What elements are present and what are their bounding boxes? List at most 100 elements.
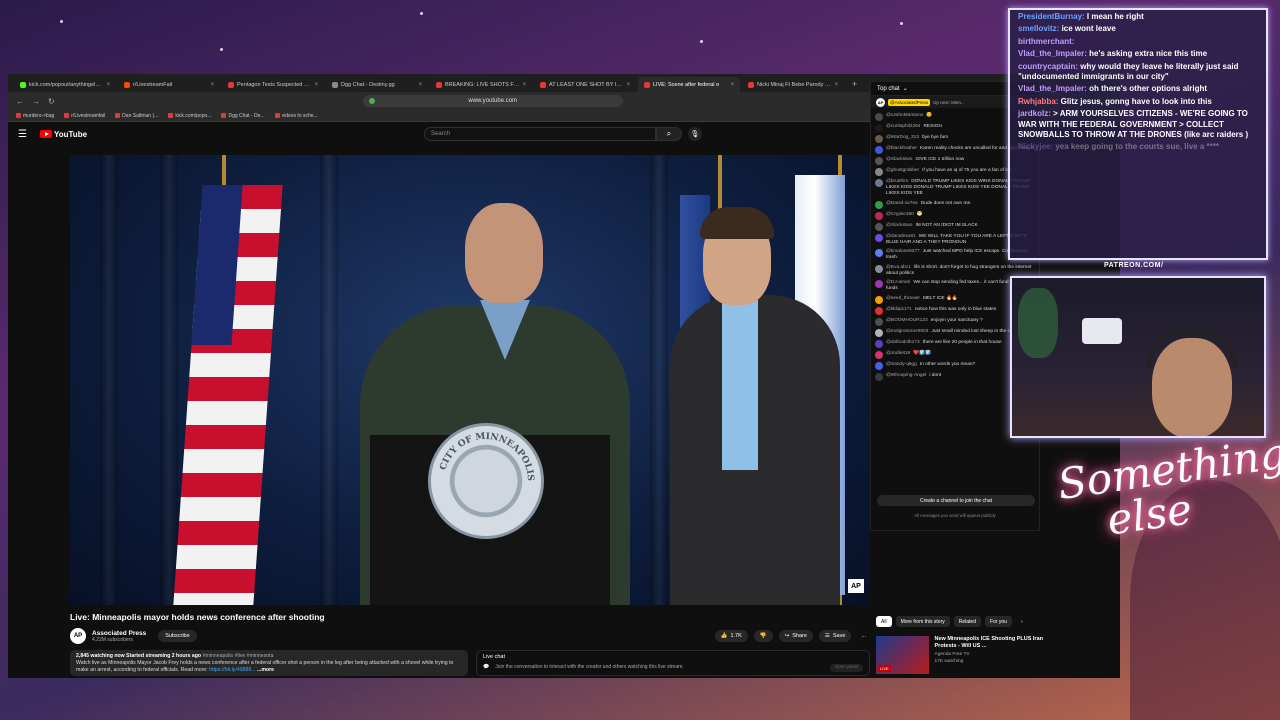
chat-username[interactable]: @blackfeather [886, 146, 917, 151]
close-icon[interactable]: × [106, 82, 110, 88]
voice-search-button[interactable]: 🎙 [688, 127, 702, 141]
back-icon[interactable]: ← [16, 97, 24, 106]
chat-username[interactable]: @curtisphil2264 [886, 124, 920, 129]
bookmark-item[interactable]: kick.com/popo... [168, 113, 211, 119]
bookmark-item[interactable]: videos to sche... [274, 113, 318, 119]
chat-avatar[interactable] [875, 361, 883, 370]
chat-avatar[interactable] [875, 328, 883, 337]
chat-avatar[interactable] [875, 249, 883, 258]
close-icon[interactable]: × [418, 82, 422, 88]
chat-avatar[interactable] [875, 146, 883, 154]
filter-chip[interactable]: More from this story [895, 616, 950, 627]
create-channel-button[interactable]: Create a channel to join the chat [877, 495, 1035, 506]
chat-username[interactable]: @Cryptic480 [886, 212, 914, 217]
chat-avatar[interactable] [875, 179, 883, 187]
related-title[interactable]: New Minneapolis ICE Shooting PLUS Iran P… [935, 636, 1056, 650]
chat-avatar[interactable] [875, 233, 883, 242]
chat-avatar[interactable] [875, 280, 883, 289]
chat-username[interactable]: @molgrommer9003 [886, 329, 928, 334]
chat-username[interactable]: @dolbodolb173 [886, 340, 920, 345]
chat-username[interactable]: @BOOMHOUR123 [886, 318, 928, 323]
browser-tab[interactable]: r/LivestreamFail × [118, 77, 220, 92]
chat-username[interactable]: @Eva.abc1 [886, 265, 911, 270]
search-input[interactable]: Search [424, 127, 656, 141]
chat-username[interactable]: @WarDog_313 [886, 135, 919, 140]
video-player[interactable]: CITY OF MINNEAPOLIS AP [70, 155, 870, 605]
chevron-right-icon[interactable]: › [1016, 616, 1028, 627]
chat-avatar[interactable] [875, 306, 883, 315]
chat-avatar[interactable] [875, 295, 883, 304]
url-field[interactable]: www.youtube.com [362, 95, 623, 107]
related-channel[interactable]: Agenda Free TV [935, 652, 1056, 657]
chat-avatar[interactable] [875, 168, 883, 176]
description-link[interactable]: https://bit.ly/49888... [209, 667, 255, 673]
chat-username[interactable]: @Slackstwo [886, 157, 912, 162]
browser-tab[interactable]: Nicki Minaj Ft Bebe Parody Naked× [742, 77, 844, 92]
chat-username[interactable]: @Jodle819 [886, 351, 910, 356]
channel-avatar[interactable]: AP [70, 628, 86, 644]
close-icon[interactable]: × [314, 82, 318, 88]
video-description[interactable]: 2,845 watching now Started streaming 2 h… [70, 650, 468, 676]
chat-avatar[interactable] [875, 135, 883, 143]
menu-icon[interactable]: ☰ [18, 129, 34, 140]
new-tab-button[interactable]: + [846, 77, 863, 92]
open-panel-button[interactable]: Open panel [829, 664, 863, 672]
chat-avatar[interactable] [875, 372, 883, 381]
chat-avatar[interactable] [875, 211, 883, 220]
browser-tab[interactable]: Pentagon Tests Suspected Havana× [222, 77, 324, 92]
browser-tab[interactable]: LIVE: Scene after federal o × [638, 77, 740, 92]
chat-username[interactable]: @ghostgrabber [886, 168, 919, 173]
like-button[interactable]: 👍 1.7K [714, 630, 748, 642]
forward-icon[interactable]: → [32, 97, 40, 106]
bookmark-item[interactable]: Dan Saltman (... [115, 113, 158, 119]
chat-avatar[interactable] [875, 222, 883, 231]
chat-avatar[interactable] [875, 124, 883, 132]
chat-avatar[interactable] [875, 157, 883, 165]
chat-username[interactable]: @Whooping-Angel [886, 373, 926, 378]
browser-tab[interactable]: Dgg Chat - Destiny.gg × [326, 77, 428, 92]
channel-name[interactable]: Associated Press [92, 630, 146, 637]
subscribe-button[interactable]: Subscribe [158, 630, 197, 642]
more-actions-button[interactable]: ... [857, 630, 870, 642]
chat-username[interactable]: @xJohnMarstonx [886, 113, 923, 118]
browser-tab[interactable]: BREAKING: LIVE SHOTS FIRED AT M× [430, 77, 532, 92]
description-more[interactable]: ...more [257, 667, 274, 673]
chat-username[interactable]: @seed_thrower [886, 296, 920, 301]
filter-chip[interactable]: All [876, 616, 892, 627]
save-button[interactable]: ☰ Save [818, 630, 852, 642]
share-button[interactable]: ↪ Share [778, 630, 813, 642]
browser-tab[interactable]: kick.com/popout/anythingelse/chat× [14, 77, 116, 92]
chat-avatar[interactable] [875, 339, 883, 348]
bookmark-item[interactable]: r/Livestreamfail [64, 113, 105, 119]
chat-username[interactable]: @Sandy-q5gg [886, 362, 917, 367]
chat-username[interactable]: @kmalone9377 [886, 249, 920, 254]
close-icon[interactable]: × [210, 82, 214, 88]
chat-avatar[interactable] [875, 200, 883, 209]
youtube-logo[interactable]: YouTube [40, 130, 87, 139]
chat-avatar[interactable] [875, 350, 883, 359]
related-video[interactable]: LIVE New Minneapolis ICE Shooting PLUS I… [876, 636, 1056, 674]
search-button[interactable]: ⌕ [656, 127, 682, 141]
chat-username[interactable]: @lildiqi1171 [886, 307, 912, 312]
chat-username[interactable]: @danafexx81 [886, 234, 916, 239]
chat-username[interactable]: @Slackstwo [886, 223, 912, 228]
chat-avatar[interactable] [875, 264, 883, 273]
browser-tab[interactable]: AT LEAST ONE SHOT BY ICE IN MN× [534, 77, 636, 92]
close-icon[interactable]: × [834, 82, 838, 88]
close-icon[interactable]: × [522, 82, 526, 88]
bookmark-item[interactable]: murders->bag [16, 113, 54, 119]
reload-icon[interactable]: ↻ [48, 97, 55, 106]
chat-username[interactable]: @DJ-amari [886, 280, 910, 285]
bookmark-item[interactable]: Dgg Chat - De... [221, 113, 265, 119]
filter-chip[interactable]: For you [984, 616, 1012, 627]
close-icon[interactable]: × [730, 82, 734, 88]
close-icon[interactable]: × [626, 82, 630, 88]
dislike-button[interactable]: 👎 [753, 630, 773, 642]
filter-chip[interactable]: Related [953, 616, 981, 627]
chat-username[interactable]: @brusthm [886, 179, 908, 184]
chat-avatar[interactable] [875, 113, 883, 121]
chat-avatar[interactable] [875, 317, 883, 326]
related-thumbnail[interactable]: LIVE [876, 636, 929, 674]
stream-chat-message: smellovitz: ice wont leave [1018, 24, 1258, 34]
chat-username[interactable]: @David-ox7ee [886, 201, 918, 206]
